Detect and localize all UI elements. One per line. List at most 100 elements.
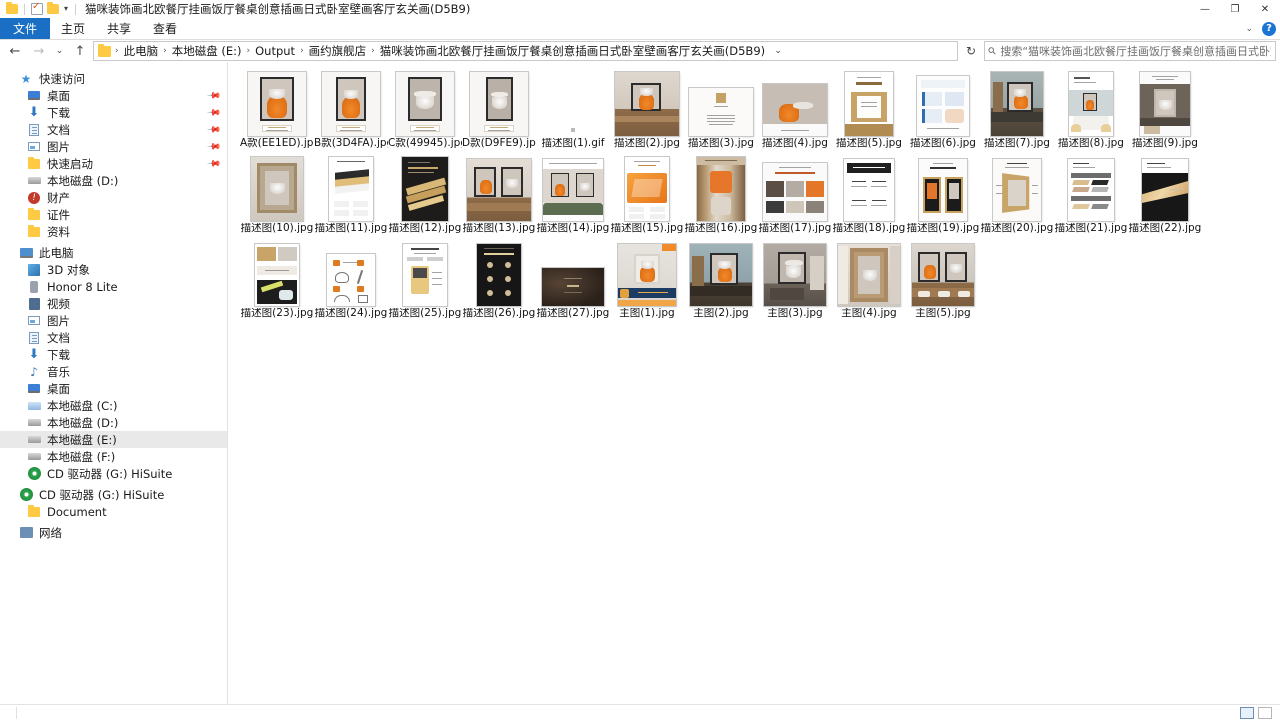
sidebar-item-local-disk-d-quick[interactable]: 本地磁盘 (D:) [0, 172, 227, 189]
sidebar-item-cd-drive-g[interactable]: CD 驱动器 (G:) HiSuite [0, 465, 227, 482]
breadcrumb[interactable]: › 此电脑 › 本地磁盘 (E:) › Output › 画约旗舰店 › 猫咪装… [93, 41, 958, 61]
file-item[interactable]: 描述图(14).jpg [536, 153, 610, 234]
file-item[interactable]: C款(49945).jpg [388, 68, 462, 149]
file-item[interactable]: 描述图(5).jpg [832, 68, 906, 149]
file-item[interactable]: 描述图(2).jpg [610, 68, 684, 149]
sidebar-item-documents[interactable]: 文档 📌 [0, 121, 227, 138]
folder-icon[interactable] [5, 2, 19, 16]
sidebar-item-pictures-pc[interactable]: 图片 [0, 312, 227, 329]
pin-icon[interactable]: 📌 [206, 88, 221, 103]
file-item[interactable]: 描述图(23).jpg [240, 238, 314, 319]
file-item[interactable]: 描述图(18).jpg [832, 153, 906, 234]
recent-locations-button[interactable]: ⌄ [52, 41, 67, 61]
maximize-button[interactable]: ❐ [1220, 0, 1250, 18]
tab-share[interactable]: 共享 [96, 18, 142, 39]
file-item[interactable]: 描述图(27).jpg [536, 238, 610, 319]
sidebar-item-local-disk-d[interactable]: 本地磁盘 (D:) [0, 414, 227, 431]
sidebar-item-materials[interactable]: 资料 [0, 223, 227, 240]
file-item[interactable]: 描述图(20).jpg [980, 153, 1054, 234]
file-item[interactable]: 描述图(1).gif [536, 68, 610, 149]
file-item[interactable]: B款(3D4FA).jpg [314, 68, 388, 149]
help-icon[interactable]: ? [1262, 22, 1276, 36]
details-view-icon[interactable] [1258, 706, 1272, 719]
file-item[interactable]: D款(D9FE9).jpg [462, 68, 536, 149]
file-item[interactable]: 描述图(15).jpg [610, 153, 684, 234]
file-item[interactable]: 主图(4).jpg [832, 238, 906, 319]
file-item[interactable]: 描述图(17).jpg [758, 153, 832, 234]
breadcrumb-item-3[interactable]: 画约旗舰店 [306, 43, 370, 59]
refresh-button[interactable]: ↻ [960, 44, 982, 58]
nav-group-cd-drive[interactable]: CD 驱动器 (G:) HiSuite [0, 486, 227, 503]
pin-icon[interactable]: 📌 [206, 156, 221, 171]
sidebar-item-pictures[interactable]: 图片 📌 [0, 138, 227, 155]
file-item[interactable]: 描述图(24).jpg [314, 238, 388, 319]
file-item[interactable]: 描述图(10).jpg [240, 153, 314, 234]
minimize-button[interactable]: — [1190, 0, 1220, 18]
properties-icon[interactable] [30, 1, 44, 16]
back-button[interactable]: ← [4, 41, 26, 61]
nav-group-network[interactable]: 网络 [0, 524, 227, 541]
sidebar-item-documents-pc[interactable]: 文档 [0, 329, 227, 346]
file-item[interactable]: 主图(5).jpg [906, 238, 980, 319]
tab-view[interactable]: 查看 [142, 18, 188, 39]
file-list-view[interactable]: A款(EE1ED).jpg B款(3D4FA).jpg C款(49945).jp… [228, 62, 1280, 704]
file-item[interactable]: 描述图(21).jpg [1054, 153, 1128, 234]
file-item[interactable]: 描述图(9).jpg [1128, 68, 1202, 149]
sidebar-item-music[interactable]: ♪ 音乐 [0, 363, 227, 380]
sidebar-item-credentials[interactable]: 证件 [0, 206, 227, 223]
sidebar-item-quick-launch[interactable]: 快速启动 📌 [0, 155, 227, 172]
file-item[interactable]: 描述图(3).jpg [684, 68, 758, 149]
file-item[interactable]: 主图(2).jpg [684, 238, 758, 319]
file-item[interactable]: 描述图(19).jpg [906, 153, 980, 234]
pin-icon[interactable]: 📌 [206, 122, 221, 137]
file-item[interactable]: 描述图(7).jpg [980, 68, 1054, 149]
file-item[interactable]: 描述图(26).jpg [462, 238, 536, 319]
file-item[interactable]: 描述图(6).jpg [906, 68, 980, 149]
sidebar-item-downloads-pc[interactable]: ⬇ 下载 [0, 346, 227, 363]
file-item[interactable]: 描述图(11).jpg [314, 153, 388, 234]
file-item[interactable]: A款(EE1ED).jpg [240, 68, 314, 149]
sidebar-item-videos[interactable]: 视频 [0, 295, 227, 312]
close-button[interactable]: ✕ [1250, 0, 1280, 18]
sidebar-item-local-disk-f[interactable]: 本地磁盘 (F:) [0, 448, 227, 465]
new-folder-icon[interactable] [46, 2, 60, 16]
sidebar-item-property[interactable]: ! 财产 [0, 189, 227, 206]
up-button[interactable]: ↑ [69, 41, 91, 61]
customize-qat-caret-icon[interactable]: ▾ [62, 5, 70, 13]
sidebar-item-honor-8-lite[interactable]: Honor 8 Lite [0, 278, 227, 295]
address-bar: ← → ⌄ ↑ › 此电脑 › 本地磁盘 (E:) › Output › 画约旗… [0, 40, 1280, 62]
expand-ribbon-caret-icon[interactable]: ⌄ [1242, 24, 1256, 34]
tab-home[interactable]: 主页 [50, 18, 96, 39]
breadcrumb-item-4[interactable]: 猫咪装饰画北欧餐厅挂画饭厅餐桌创意插画日式卧室壁画客厅玄关画(D5B9) [377, 43, 768, 59]
nav-group-quick-access[interactable]: ★ 快速访问 [0, 70, 227, 87]
pin-icon[interactable]: 📌 [206, 139, 221, 154]
sidebar-item-local-disk-e[interactable]: 本地磁盘 (E:) [0, 431, 227, 448]
file-item[interactable]: 主图(3).jpg [758, 238, 832, 319]
file-item[interactable]: 主图(1).jpg [610, 238, 684, 319]
sidebar-item-desktop[interactable]: 桌面 📌 [0, 87, 227, 104]
file-item[interactable]: 描述图(13).jpg [462, 153, 536, 234]
sidebar-item-label: 快速启动 [47, 156, 93, 171]
breadcrumb-item-1[interactable]: 本地磁盘 (E:) [169, 43, 245, 59]
forward-button[interactable]: → [28, 41, 50, 61]
file-item[interactable]: 描述图(4).jpg [758, 68, 832, 149]
search-input[interactable]: ⚲ 搜索“猫咪装饰画北欧餐厅挂画饭厅餐桌创意插画日式卧室壁画客厅玄关画(... [984, 41, 1276, 61]
navigation-pane[interactable]: ★ 快速访问 桌面 📌 ⬇ 下载 📌 文档 📌 图片 📌 快速启动 📌 本地磁盘… [0, 62, 228, 704]
sidebar-item-3d-objects[interactable]: 3D 对象 [0, 261, 227, 278]
tiles-view-icon[interactable] [1240, 706, 1254, 719]
breadcrumb-item-0[interactable]: 此电脑 [121, 43, 162, 59]
file-item[interactable]: 描述图(16).jpg [684, 153, 758, 234]
file-item[interactable]: 描述图(8).jpg [1054, 68, 1128, 149]
sidebar-item-local-disk-c[interactable]: 本地磁盘 (C:) [0, 397, 227, 414]
nav-group-this-pc[interactable]: 此电脑 [0, 244, 227, 261]
breadcrumb-item-2[interactable]: Output [252, 44, 298, 58]
sidebar-item-downloads[interactable]: ⬇ 下载 📌 [0, 104, 227, 121]
pin-icon[interactable]: 📌 [206, 105, 221, 120]
file-item[interactable]: 描述图(22).jpg [1128, 153, 1202, 234]
file-item[interactable]: 描述图(25).jpg [388, 238, 462, 319]
sidebar-item-document[interactable]: Document [0, 503, 227, 520]
tab-file[interactable]: 文件 [0, 18, 51, 39]
address-dropdown-caret-icon[interactable]: ⌄ [768, 46, 788, 56]
sidebar-item-desktop-pc[interactable]: 桌面 [0, 380, 227, 397]
file-item[interactable]: 描述图(12).jpg [388, 153, 462, 234]
